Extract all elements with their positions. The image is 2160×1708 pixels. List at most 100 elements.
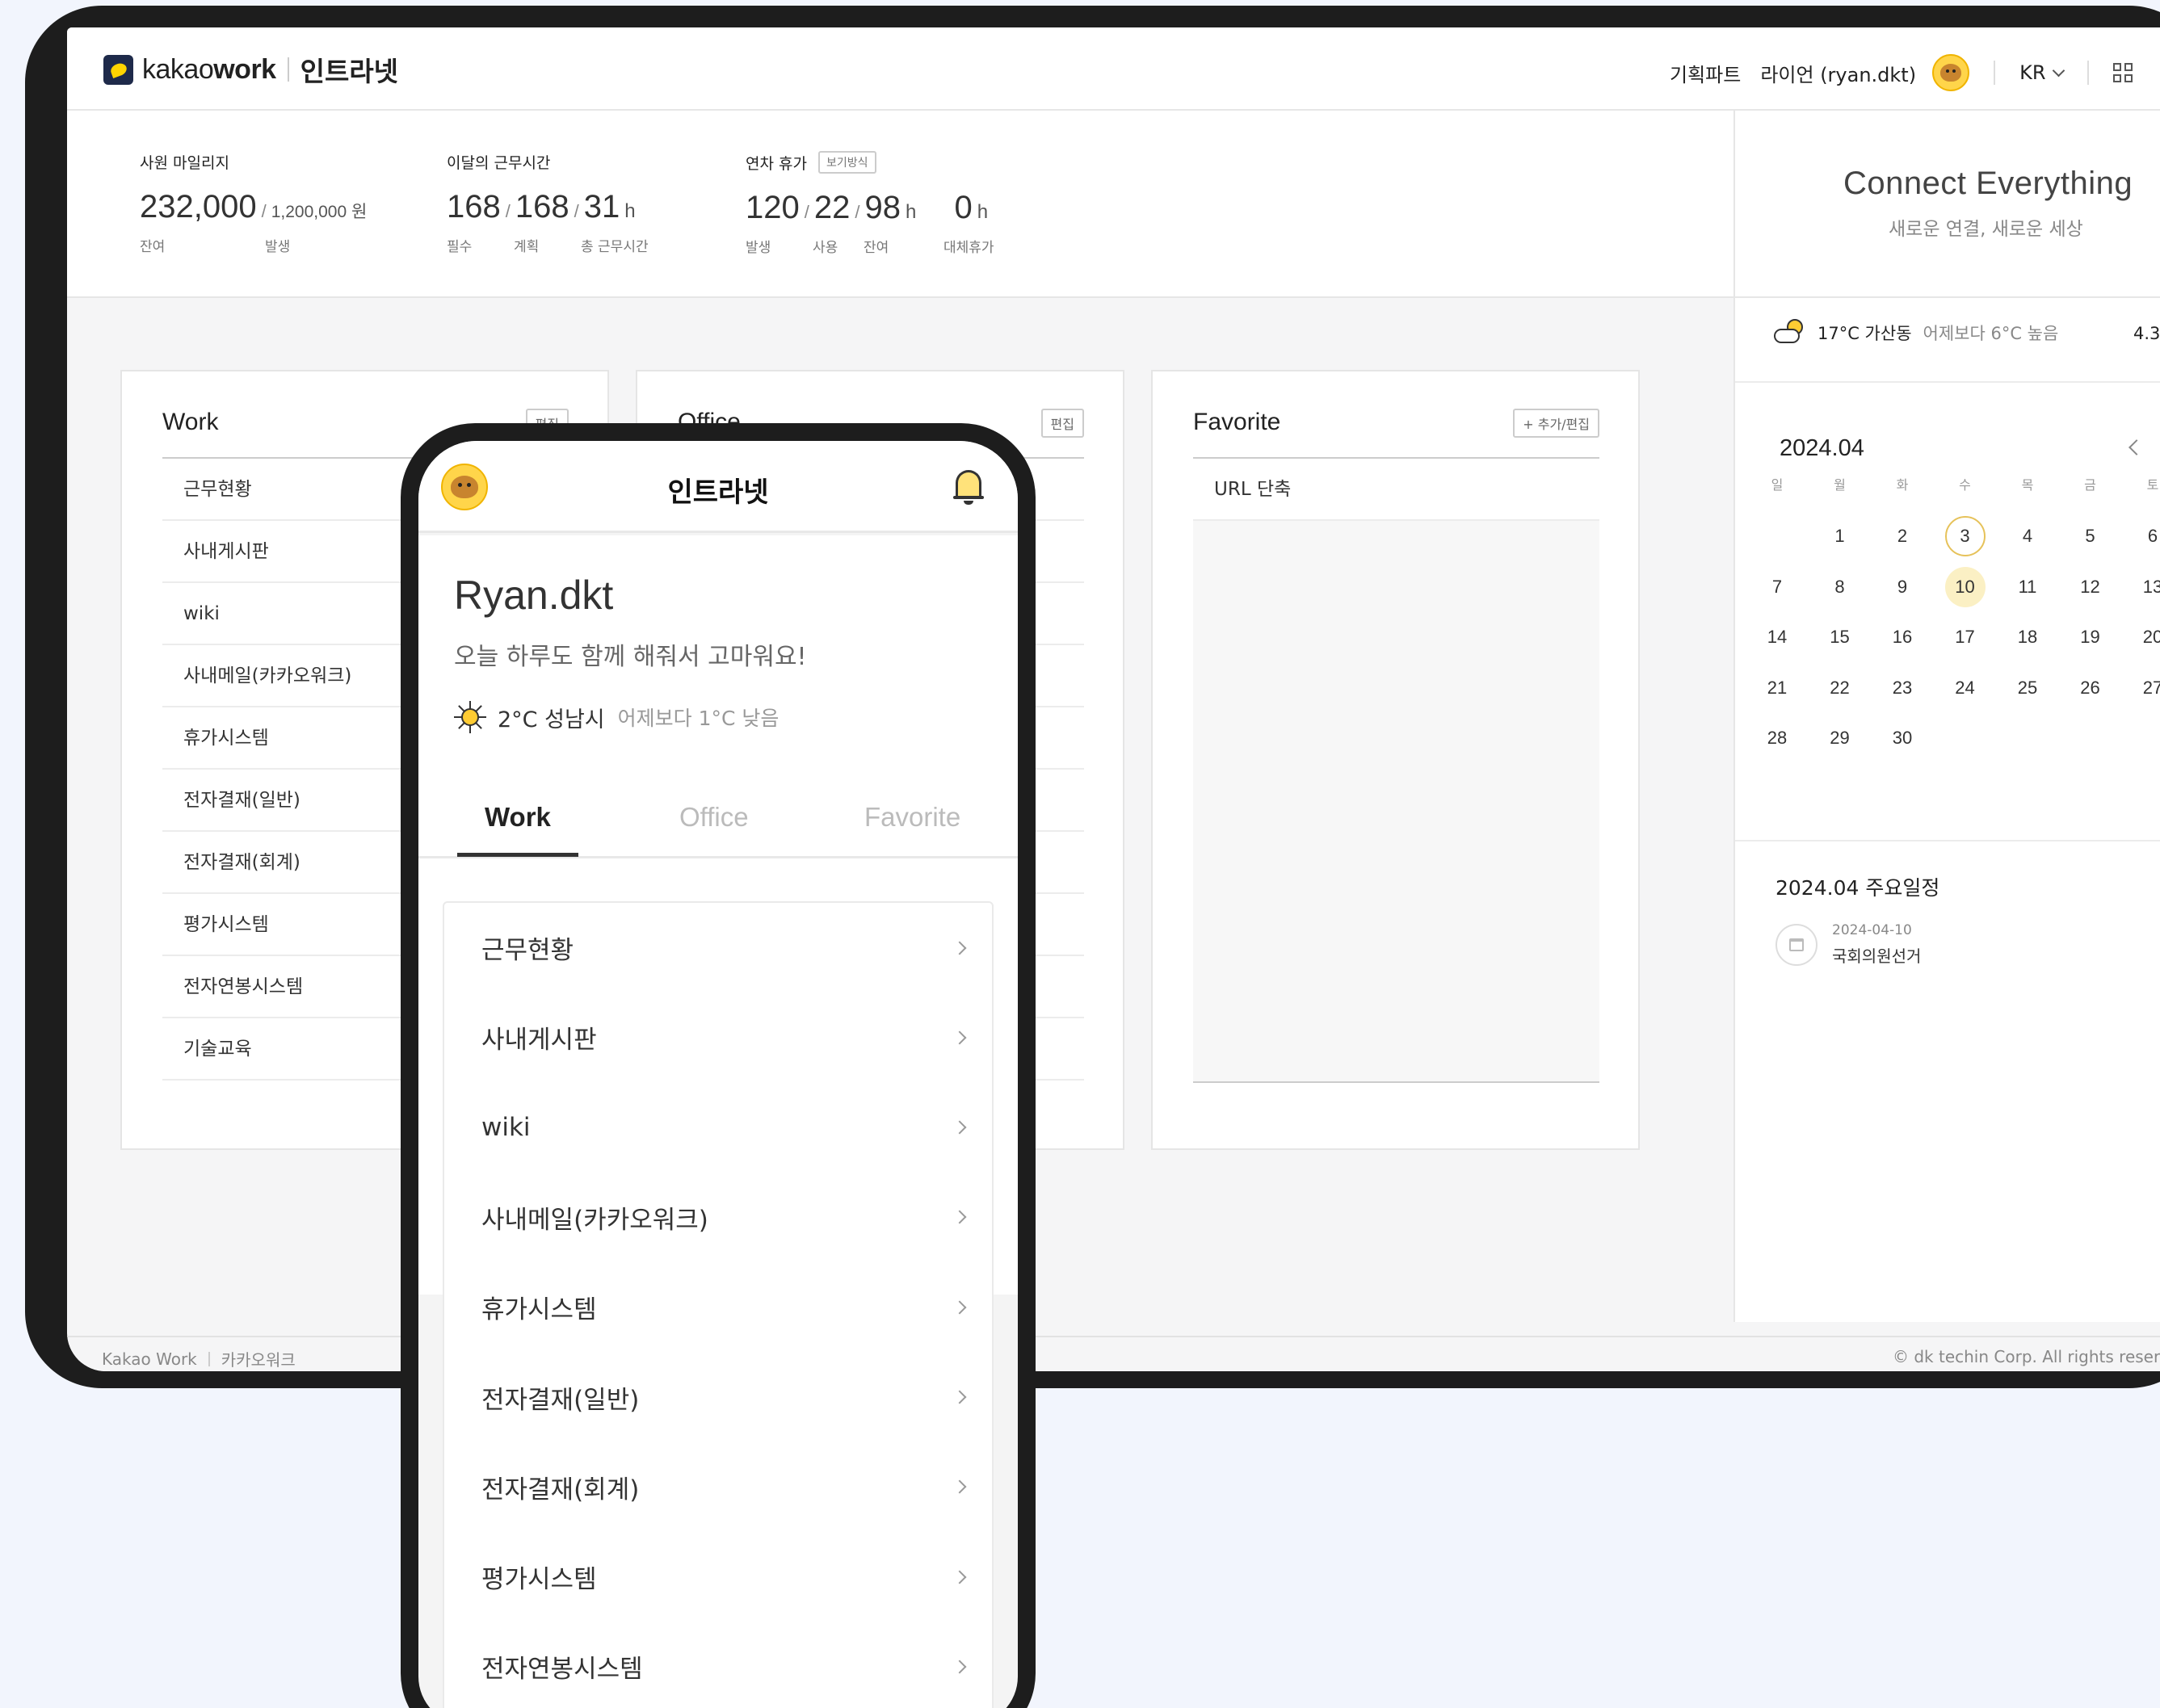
edit-button[interactable]: 편집 — [1040, 409, 1084, 438]
footer: Kakao Work 카카오워크 © dk techin Corp. All ri… — [67, 1336, 2160, 1371]
mobile-list-item-label: 근무현황 — [481, 936, 574, 965]
active-tab-indicator — [457, 853, 578, 857]
schedule-item[interactable]: 2024-04-10 국회의원선거 — [1775, 922, 1921, 967]
calendar-day[interactable]: 9 — [1878, 567, 1927, 607]
calendar-day-number: 26 — [2080, 677, 2100, 698]
calendar-weekday: 일 — [1771, 479, 1784, 493]
user-name[interactable]: 라이언 (ryan.dkt) — [1760, 59, 1916, 87]
calendar-day[interactable]: 27 — [2128, 668, 2160, 708]
mobile-list-item[interactable]: 휴가시스템 — [444, 1262, 995, 1352]
mobile-list-item[interactable]: 사내게시판 — [444, 992, 995, 1082]
calendar-day[interactable]: 14 — [1753, 617, 1801, 657]
mobile-list-item[interactable]: wiki — [444, 1083, 995, 1173]
stat-values: 168/168/31 h — [447, 189, 636, 225]
mobile-list-item-label: 전자결재(회계) — [481, 1475, 640, 1504]
calendar-day-number: 12 — [2080, 576, 2100, 597]
calendar-day[interactable]: 29 — [1816, 718, 1864, 758]
calendar-day[interactable]: 13 — [2128, 567, 2160, 607]
stat-subs: 발생 사용 잔여 대체휴가 — [746, 236, 994, 256]
calendar-month-title: 2024.04 — [1780, 435, 1864, 461]
app-grid-icon[interactable] — [2112, 63, 2133, 82]
mobile-list-item[interactable]: 근무현황 — [444, 903, 995, 992]
calendar-day[interactable]: 7 — [1753, 567, 1801, 607]
leave-used: 22 — [813, 190, 851, 225]
kakaowork-logo-icon — [103, 54, 133, 85]
mobile-list-item-label: 사내메일(카카오워크) — [481, 1205, 708, 1235]
calendar-day-number: 17 — [1955, 627, 1975, 647]
calendar-day[interactable]: 3 — [1941, 516, 1990, 556]
unit: h — [624, 200, 636, 222]
calendar-day-number: 16 — [1892, 627, 1913, 647]
chevron-right-icon — [952, 1660, 967, 1674]
calendar-day[interactable]: 15 — [1816, 617, 1864, 657]
hours-required: 168 — [447, 189, 501, 225]
weather-widget: 17°C 가산동 어제보다 6°C 높음 4.3 (수 — [1771, 319, 2160, 346]
unit: h — [977, 201, 989, 223]
calendar-day[interactable]: 19 — [2066, 617, 2115, 657]
calendar-day[interactable]: 2 — [1878, 516, 1927, 556]
brand-divider — [287, 57, 289, 82]
copyright: © dk techin Corp. All rights reserved — [1893, 1347, 2160, 1366]
stat-annual-leave: 연차 휴가 보기방식 120/22/98 h 0h 발생 사용 잔여 대체휴가 — [746, 151, 994, 256]
tab-work[interactable]: Work — [485, 802, 551, 833]
weather-compare: 어제보다 6°C 높음 — [1923, 324, 2059, 343]
calendar-day[interactable]: 28 — [1753, 718, 1801, 758]
favorite-empty-area — [1193, 521, 1599, 1083]
schedule-title: 2024.04 주요일정 — [1775, 876, 1940, 900]
favorite-link-item[interactable]: URL 단축 — [1193, 459, 1599, 521]
mobile-list-item-label: 휴가시스템 — [481, 1295, 597, 1325]
calendar-day[interactable]: 11 — [2003, 567, 2052, 607]
calendar-day[interactable]: 12 — [2066, 567, 2115, 607]
calendar-day-number: 6 — [2147, 526, 2158, 546]
calendar-day[interactable]: 30 — [1878, 718, 1927, 758]
mobile-list-item[interactable]: 전자결재(일반) — [444, 1353, 995, 1442]
sub-label: 총 근무시간 — [581, 239, 649, 255]
mobile-screen: 인트라넷 Ryan.dkt 오늘 하루도 함께 해줘서 고마워요! 2°C 성남… — [418, 441, 1018, 1708]
mobile-device-frame: 인트라넷 Ryan.dkt 오늘 하루도 함께 해줘서 고마워요! 2°C 성남… — [401, 423, 1036, 1708]
tab-office[interactable]: Office — [679, 802, 749, 833]
mobile-user-name: Ryan.dkt — [454, 573, 614, 618]
calendar-day[interactable]: 23 — [1878, 668, 1927, 708]
calendar-day-number: 22 — [1830, 677, 1850, 698]
chevron-right-icon — [952, 1479, 967, 1494]
calendar-day[interactable]: 1 — [1816, 516, 1864, 556]
calendar-day[interactable]: 16 — [1878, 617, 1927, 657]
calendar-day-number: 2 — [1897, 526, 1908, 546]
calendar-day[interactable]: 22 — [1816, 668, 1864, 708]
calendar-day[interactable]: 25 — [2003, 668, 2052, 708]
brand-logo[interactable]: kakaowork 인트라넷 — [103, 50, 398, 89]
tab-favorite[interactable]: Favorite — [864, 802, 960, 833]
calendar-day-number: 23 — [1892, 677, 1913, 698]
mobile-list-item[interactable]: 전자연봉시스템 — [444, 1622, 995, 1708]
calendar-day[interactable]: 4 — [2003, 516, 2052, 556]
calendar-weekday: 금 — [2084, 479, 2096, 493]
language-select[interactable]: KR — [2019, 61, 2065, 84]
mobile-list-item[interactable]: 전자결재(회계) — [444, 1442, 995, 1532]
chevron-right-icon — [952, 1030, 967, 1045]
stat-subs: 잔여 발생 — [140, 235, 367, 255]
calendar-day[interactable]: 17 — [1941, 617, 1990, 657]
mobile-list-item[interactable]: 사내메일(카카오워크) — [444, 1173, 995, 1262]
calendar-day[interactable]: 8 — [1816, 567, 1864, 607]
calendar-day-number: 5 — [2085, 526, 2095, 546]
calendar-day[interactable]: 10 — [1941, 566, 1990, 607]
calendar-day[interactable]: 26 — [2066, 668, 2115, 708]
mobile-list-item-label: 전자결재(일반) — [481, 1385, 640, 1415]
hours-total: 31 — [583, 189, 620, 225]
calendar-day[interactable]: 24 — [1941, 668, 1990, 708]
calendar-day[interactable]: 18 — [2003, 617, 2052, 657]
view-mode-button[interactable]: 보기방식 — [817, 151, 876, 174]
stat-label: 연차 휴가 보기방식 — [746, 151, 988, 174]
calendar-day[interactable]: 6 — [2128, 516, 2160, 556]
add-edit-button[interactable]: + 추가/편집 — [1513, 409, 1599, 438]
header-user-area: 기획파트 라이언 (ryan.dkt) KR — [1670, 54, 2133, 91]
calendar-day[interactable]: 21 — [1753, 668, 1801, 708]
user-avatar[interactable] — [1932, 54, 1970, 91]
bell-icon[interactable] — [953, 468, 984, 506]
calendar-day[interactable]: 5 — [2066, 516, 2115, 556]
mobile-list-item[interactable]: 평가시스템 — [444, 1532, 995, 1622]
mobile-header: 인트라넷 — [418, 441, 1018, 533]
mobile-link-list: 근무현황사내게시판 wiki 사내메일(카카오워크) 휴가시스템전자결재(일반) 전자결… — [443, 901, 994, 1708]
calendar-day[interactable]: 20 — [2128, 617, 2160, 657]
chevron-left-icon[interactable] — [2128, 439, 2145, 455]
